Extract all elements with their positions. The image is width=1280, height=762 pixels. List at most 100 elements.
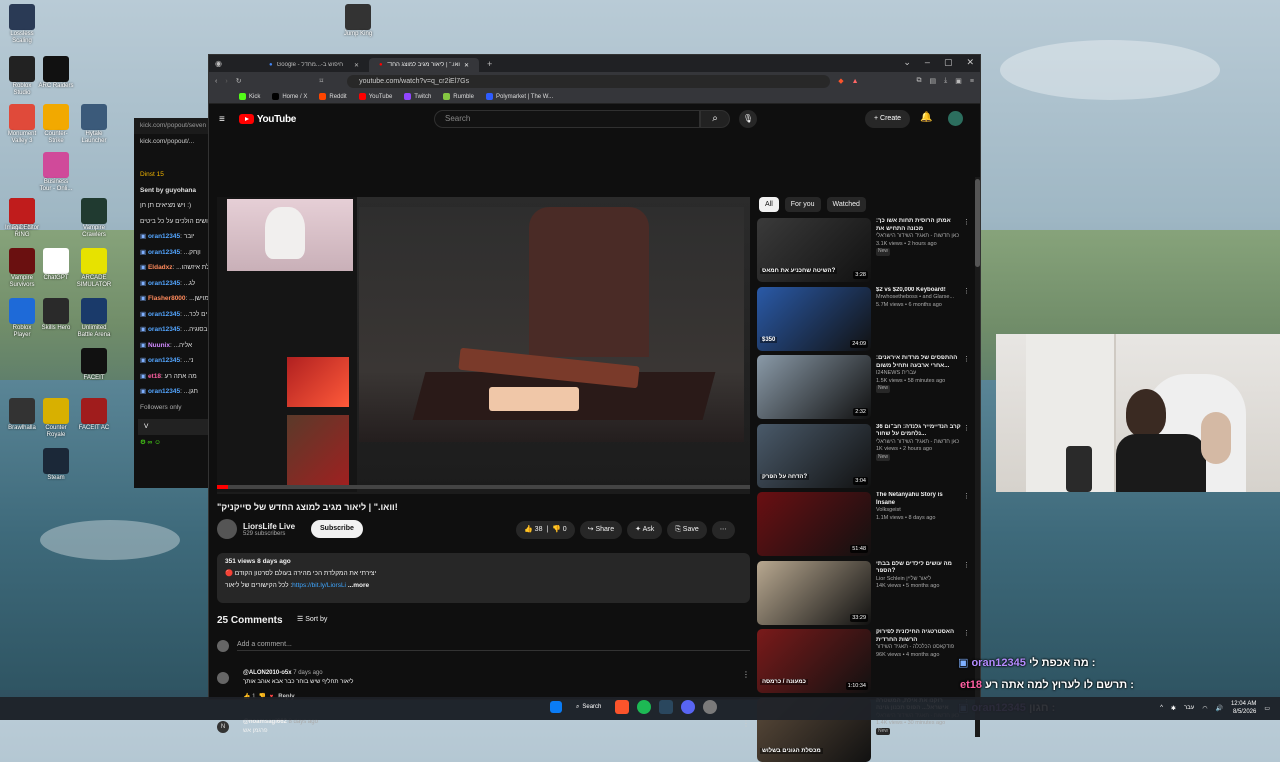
kick-url-bar[interactable]: kick.com/popout/seven bbox=[134, 118, 214, 134]
like-button[interactable]: 👍 38 | 👎 0 bbox=[516, 521, 575, 539]
volume-icon[interactable]: 🔊 bbox=[1215, 705, 1222, 712]
minimize-button[interactable]: – bbox=[925, 57, 930, 68]
comment-menu-icon[interactable]: ⋮ bbox=[742, 670, 750, 679]
bookmark-item[interactable]: Rumble bbox=[443, 93, 474, 100]
start-windows-icon[interactable] bbox=[550, 701, 562, 713]
recommended-video[interactable]: 33:29 מה עושים לילדים שלם בבתי הספר? Lior … bbox=[757, 560, 972, 625]
channel-name[interactable]: LiorsLife Live bbox=[243, 522, 295, 531]
desktop-icon[interactable]: Counter Royale bbox=[38, 398, 74, 439]
video-thumbnail[interactable]: כמעונה / כרמסה 1:10:34 bbox=[757, 629, 871, 693]
video-channel[interactable]: פודקאסט הכלכלה - תאגיד השידור bbox=[876, 644, 962, 652]
account-avatar[interactable] bbox=[948, 111, 963, 126]
comment-menu-icon[interactable]: ⋮ bbox=[742, 719, 750, 728]
video-channel[interactable]: Volksgeist bbox=[876, 507, 962, 515]
desktop-icon[interactable]: Roblox Player bbox=[4, 298, 40, 339]
youtube-logo[interactable]: YouTube bbox=[238, 114, 296, 125]
video-menu-icon[interactable]: ⋮ bbox=[963, 355, 970, 363]
recommended-video[interactable]: 2:32 ההתפסים של מרדות איראנים: אחרי ארבעה… bbox=[757, 355, 972, 419]
extensions-icon[interactable]: ⧉ bbox=[917, 77, 922, 85]
bookmark-item[interactable]: YouTube bbox=[358, 93, 392, 100]
video-description[interactable]: 351 views 8 days ago יצירתי את המקלדת הכ… bbox=[217, 553, 750, 603]
desktop-icon[interactable]: Brawlhalla bbox=[4, 398, 40, 432]
video-menu-icon[interactable]: ⋮ bbox=[963, 287, 970, 295]
desktop-icon[interactable]: Steam bbox=[38, 448, 74, 482]
chat-username[interactable]: Eldadxz bbox=[148, 264, 173, 271]
video-thumbnail[interactable]: 2:32 bbox=[757, 355, 871, 419]
video-menu-icon[interactable]: ⋮ bbox=[963, 218, 970, 226]
video-channel[interactable]: כאן חדשות - תאגיד השידור הישראלי bbox=[876, 439, 962, 447]
chat-username[interactable]: oran12345 bbox=[148, 233, 180, 240]
maximize-button[interactable]: ▢ bbox=[944, 57, 953, 68]
tray-bluetooth-icon[interactable]: ✱ bbox=[1171, 705, 1176, 712]
description-link[interactable]: https://bit.ly/LiorsLi bbox=[292, 582, 346, 589]
chat-username[interactable]: et18 bbox=[148, 373, 161, 380]
tray-chevron-icon[interactable]: ^ bbox=[1160, 705, 1163, 711]
chat-username[interactable]: oran12345 bbox=[148, 249, 180, 256]
reload-icon[interactable]: ↻ bbox=[236, 77, 242, 85]
video-channel[interactable]: Lior Schlein ליאור שליין bbox=[876, 576, 962, 584]
share-button[interactable]: ↪ Share bbox=[579, 521, 623, 539]
shield-icon[interactable]: ◆ bbox=[838, 77, 843, 85]
recommended-video[interactable]: השיטה שחכניע את חמאס? 3:28 אמתן הרוסית תחו… bbox=[757, 218, 972, 282]
recommended-video[interactable]: כמעונה / כרמסה 1:10:34 האסטרטגיה החילונית … bbox=[757, 629, 972, 693]
notifications-bell-icon[interactable]: 🔔 bbox=[920, 112, 932, 123]
spotify-icon[interactable] bbox=[637, 700, 652, 714]
desktop-icon[interactable]: Skills Hero bbox=[38, 298, 74, 332]
filter-chip[interactable]: For you bbox=[784, 197, 821, 212]
video-title[interactable]: The Netanyahu Story is Insane bbox=[876, 492, 962, 507]
video-thumbnail[interactable]: 51:48 bbox=[757, 492, 871, 556]
ask-button[interactable]: ✦ Ask bbox=[627, 521, 663, 539]
recommended-video[interactable]: 51:48 The Netanyahu Story is Insane Volksg… bbox=[757, 492, 972, 556]
add-comment-input[interactable]: Add a comment... bbox=[237, 641, 750, 651]
recommended-video[interactable]: $350 24:09 $2 vs $20,000 Keyboard! Mrwhoset… bbox=[757, 286, 972, 351]
chat-username[interactable]: Nuunix bbox=[148, 342, 170, 349]
sort-comments-button[interactable]: ☰ Sort by bbox=[297, 615, 327, 623]
new-tab-button[interactable]: + bbox=[487, 59, 492, 69]
more-actions-button[interactable]: ⋯ bbox=[711, 521, 735, 539]
desktop-icon[interactable]: FACEIT bbox=[76, 348, 112, 382]
desktop-icon[interactable]: ARCADE SIMULATOR bbox=[76, 248, 112, 289]
create-button[interactable]: + Create bbox=[865, 110, 911, 128]
desktop-icon[interactable]: Vampire Crawlers bbox=[76, 198, 112, 239]
recommended-video[interactable]: הדחה על הפרק? 3:04 36 קרב הנדיימייר גלנדה:… bbox=[757, 423, 972, 488]
desktop-icon[interactable]: FACEIT AC bbox=[76, 398, 112, 432]
discord-icon[interactable] bbox=[681, 700, 696, 714]
video-thumbnail[interactable]: 33:29 bbox=[757, 560, 871, 625]
video-channel[interactable]: כאן חדשות - תאגיד השידור הישראלי bbox=[876, 233, 962, 241]
browser-tab[interactable]: ● Google - חיפוש ב-...מחדל ✕ bbox=[259, 58, 369, 72]
page-scrollbar[interactable] bbox=[975, 177, 980, 737]
video-menu-icon[interactable]: ⋮ bbox=[963, 424, 970, 432]
settings-gear-icon[interactable] bbox=[703, 700, 718, 714]
filter-chip[interactable]: All bbox=[759, 197, 779, 212]
chat-username[interactable]: oran12345 bbox=[148, 357, 180, 364]
video-title[interactable]: $2 vs $20,000 Keyboard! bbox=[876, 287, 962, 295]
desktop-icon[interactable]: Jump King bbox=[340, 4, 376, 38]
chat-username[interactable]: oran12345 bbox=[148, 326, 180, 333]
browser-tab[interactable]: ●"וואו." | ליאור מגיב למוצג החד... ✕ bbox=[369, 58, 479, 72]
bookmark-item[interactable]: Polymarket | The W... bbox=[485, 93, 553, 100]
chat-username[interactable]: oran12345 bbox=[148, 311, 180, 318]
search-input[interactable]: Search bbox=[434, 110, 700, 128]
steam-icon[interactable] bbox=[659, 700, 674, 714]
scrollbar-thumb[interactable] bbox=[975, 179, 980, 267]
video-thumbnail[interactable]: השיטה שחכניע את חמאס? 3:28 bbox=[757, 218, 871, 282]
save-button[interactable]: ⎘ Save bbox=[667, 521, 707, 539]
video-menu-icon[interactable]: ⋮ bbox=[963, 561, 970, 569]
taskbar-search[interactable]: ⌕ Search bbox=[570, 704, 607, 711]
channel-avatar[interactable] bbox=[217, 519, 237, 539]
download-icon[interactable]: ⤓ bbox=[944, 77, 947, 85]
bookmark-item[interactable]: Reddit bbox=[319, 93, 347, 100]
desktop-icon[interactable]: Monument Valley 3 bbox=[4, 104, 40, 145]
video-thumbnail[interactable]: $350 24:09 bbox=[757, 286, 871, 351]
desktop-icon[interactable]: Vampire Survivors bbox=[4, 248, 40, 289]
video-menu-icon[interactable]: ⋮ bbox=[963, 492, 970, 500]
wallet-icon[interactable]: ▣ bbox=[955, 77, 962, 85]
desktop-icon[interactable]: ARC Raiders bbox=[38, 56, 74, 90]
video-title[interactable]: 36 קרב הנדיימייר גלנדה: חב"ום נלחמים על … bbox=[876, 424, 962, 439]
bookmark-item[interactable]: Kick bbox=[239, 93, 260, 100]
wifi-icon[interactable]: ◠ bbox=[1202, 705, 1207, 712]
desktop-icon[interactable]: Counter-Strike bbox=[38, 104, 74, 145]
progress-bar-track[interactable] bbox=[217, 485, 750, 489]
voice-search-icon[interactable]: 🎙 bbox=[739, 110, 757, 128]
forward-icon[interactable]: › bbox=[225, 78, 227, 85]
